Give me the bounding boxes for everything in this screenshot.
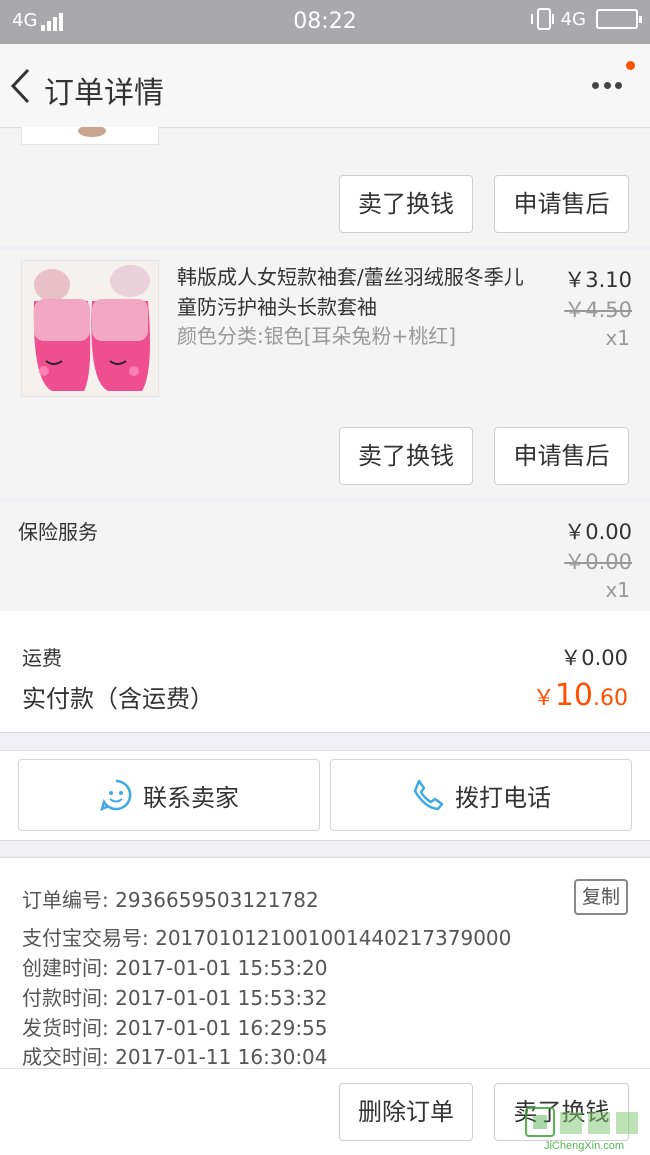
nav-bar: 订单详情	[0, 44, 650, 128]
resell-button[interactable]: 卖了换钱	[339, 427, 473, 485]
insurance-original-price: ￥0.00	[564, 550, 632, 574]
product-thumbnail[interactable]	[21, 127, 159, 145]
more-menu-icon[interactable]	[592, 80, 622, 90]
after-sale-button[interactable]: 申请售后	[494, 427, 629, 485]
resell-button[interactable]: 卖了换钱	[339, 175, 473, 233]
after-sale-button[interactable]: 申请售后	[494, 175, 629, 233]
shipped-time: 发货时间: 2017-01-01 16:29:55	[22, 1016, 328, 1040]
product-name[interactable]: 韩版成人女短款袖套/蕾丝羽绒服冬季儿童防污护袖头长款套袖	[177, 262, 527, 322]
paid-time: 付款时间: 2017-01-01 15:53:32	[22, 986, 328, 1010]
status-icons: 4G	[530, 8, 642, 30]
vibrate-icon	[530, 8, 554, 30]
back-arrow-icon[interactable]	[8, 66, 38, 106]
created-time: 创建时间: 2017-01-01 15:53:20	[22, 956, 328, 980]
network-type-right: 4G	[560, 8, 586, 30]
delete-order-button[interactable]: 删除订单	[339, 1083, 473, 1141]
product-sku: 颜色分类:银色[耳朵兔粉+桃红]	[177, 324, 457, 348]
status-bar: 4G 08:22 4G	[0, 0, 650, 44]
call-phone-label: 拨打电话	[455, 783, 551, 812]
completed-time: 成交时间: 2017-01-11 16:30:04	[22, 1045, 328, 1069]
product-original-price: ￥4.50	[564, 298, 632, 322]
chat-face-icon	[100, 779, 132, 812]
product-price: ￥3.10	[564, 268, 632, 292]
paid-label: 实付款（含运费）	[22, 685, 214, 713]
watermark-logo-icon	[525, 1107, 638, 1137]
payment-summary	[0, 611, 650, 733]
product-thumbnail[interactable]	[21, 260, 159, 397]
alipay-trade-number: 支付宝交易号: 2017010121001001440217379000	[22, 926, 512, 950]
site-watermark: JiChengXin.com	[524, 1104, 644, 1152]
shipping-value: ￥0.00	[560, 646, 628, 670]
order-number: 订单编号: 2936659503121782	[22, 888, 319, 912]
call-phone-button[interactable]: 拨打电话	[330, 759, 632, 831]
product-card-1: 卖了换钱 申请售后	[0, 127, 650, 246]
contact-seller-button[interactable]: 联系卖家	[18, 759, 320, 831]
notification-dot	[626, 61, 635, 70]
watermark-text: JiChengXin.com	[543, 1140, 625, 1152]
phone-icon	[413, 779, 444, 811]
insurance-label: 保险服务	[18, 520, 98, 544]
contact-seller-label: 联系卖家	[143, 783, 239, 812]
battery-icon	[596, 9, 642, 29]
product-quantity: x1	[605, 326, 630, 350]
paid-amount: ￥10.60	[532, 678, 628, 713]
copy-button[interactable]: 复制	[574, 879, 628, 915]
page-title: 订单详情	[44, 76, 164, 111]
insurance-price: ￥0.00	[564, 520, 632, 544]
shipping-label: 运费	[22, 646, 62, 670]
insurance-quantity: x1	[605, 578, 630, 602]
